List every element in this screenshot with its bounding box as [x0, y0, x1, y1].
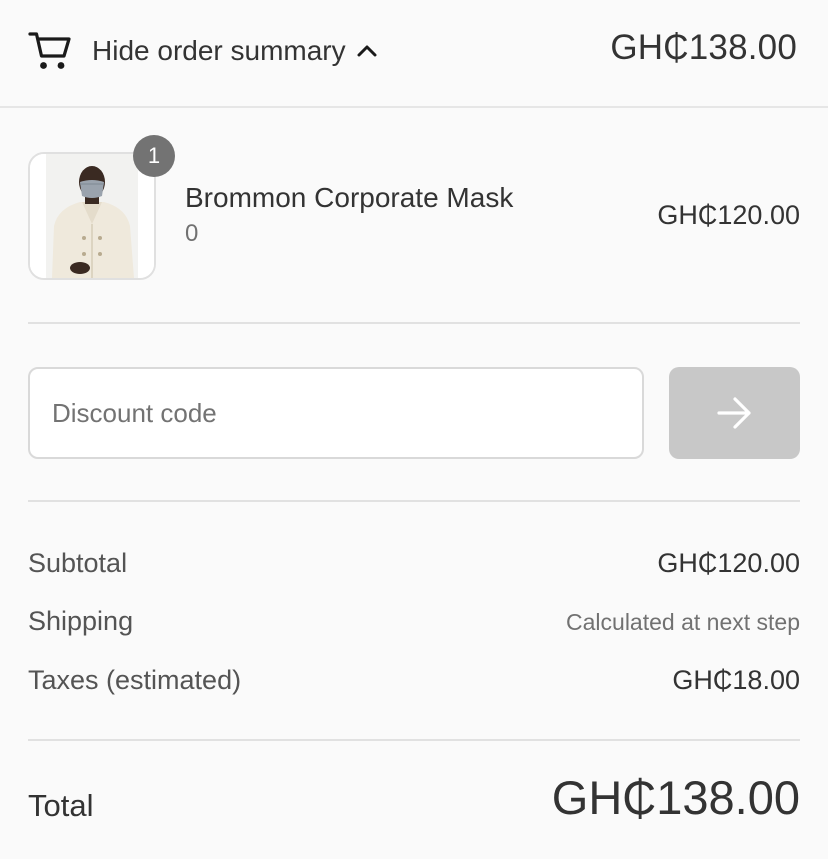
cart-icon	[28, 30, 72, 72]
shipping-value: Calculated at next step	[566, 609, 800, 635]
subtotal-label: Subtotal	[28, 548, 128, 578]
order-summary-toggle[interactable]: Hide order summary	[28, 26, 378, 76]
subtotal-value: GH₵120.00	[657, 548, 800, 578]
arrow-right-icon	[715, 395, 755, 431]
chevron-up-icon	[356, 40, 378, 62]
divider	[28, 500, 800, 502]
subtotal-row: Subtotal GH₵120.00	[28, 548, 800, 588]
header-total-price: GH₵138.00	[610, 28, 797, 67]
taxes-row: Taxes (estimated) GH₵18.00	[28, 665, 800, 705]
product-line-item: 1 Brommon Corporate Mask 0 GH₵120.00	[28, 108, 800, 323]
quantity-badge: 1	[133, 135, 175, 177]
discount-form	[28, 367, 800, 459]
total-value: GH₵138.00	[551, 771, 800, 824]
discount-code-input[interactable]	[28, 367, 644, 459]
order-summary-toggle-label: Hide order summary	[92, 35, 346, 66]
divider	[28, 322, 800, 324]
total-label: Total	[28, 788, 94, 823]
shipping-label: Shipping	[28, 606, 134, 636]
apply-discount-button[interactable]	[669, 367, 800, 459]
product-thumbnail	[28, 152, 156, 280]
total-row: Total GH₵138.00	[28, 771, 800, 828]
product-name: Brommon Corporate Mask	[185, 182, 514, 213]
shipping-row: Shipping Calculated at next step	[28, 606, 800, 646]
product-variant: 0	[185, 220, 199, 247]
order-summary-header: Hide order summary GH₵138.00	[0, 0, 828, 108]
divider	[28, 739, 800, 741]
taxes-label: Taxes (estimated)	[28, 665, 242, 695]
product-price: GH₵120.00	[657, 200, 800, 230]
taxes-value: GH₵18.00	[672, 665, 800, 695]
product-thumbnail-wrapper: 1	[28, 135, 175, 280]
